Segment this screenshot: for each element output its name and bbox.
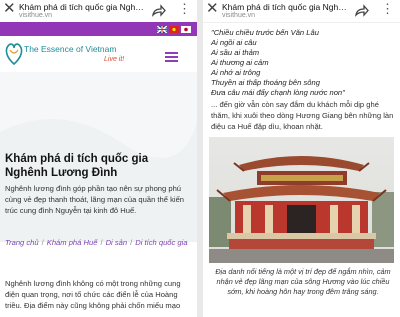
poem: "Chiều chiều trước bến Văn Lâu Ai ngồi a… <box>211 28 395 98</box>
breadcrumb-national-relic[interactable]: Di tích quốc gia <box>135 238 187 247</box>
close-icon[interactable]: ✕ <box>206 1 219 17</box>
more-icon[interactable]: ⋮ <box>381 1 394 17</box>
brand-name: The Essence of Vietnam <box>24 44 117 54</box>
breadcrumb-explore[interactable]: Khám phá Huế <box>47 238 98 247</box>
breadcrumb-separator: / <box>100 238 103 247</box>
breadcrumb: Trang chủ / Khám phá Huế / Di sản / Di tích qu… <box>5 237 193 248</box>
share-icon[interactable] <box>150 3 166 19</box>
browser-header: ✕ Khám phá di tích quốc gia Nghênh... vi… <box>203 0 400 23</box>
left-screenshot: ✕ Khám phá di tích quốc gia Nghênh Lươ..… <box>0 0 197 317</box>
poem-line: Ai thương ai cảm <box>211 58 269 67</box>
flag-icon[interactable] <box>181 26 191 33</box>
flag-icon[interactable] <box>157 26 167 33</box>
brand-tagline: Live it! <box>104 56 125 63</box>
poem-line: "Chiều chiều trước bến Văn Lâu <box>211 28 319 37</box>
browser-url: visithue.vn <box>222 12 256 19</box>
poem-line: Ai ngồi ai câu <box>211 38 257 47</box>
breadcrumb-heritage[interactable]: Di sản <box>106 238 128 247</box>
browser-url: visithue.vn <box>19 12 53 19</box>
pavilion-photo <box>209 137 394 263</box>
menu-icon[interactable] <box>165 52 178 64</box>
photo-caption: Địa danh nổi tiếng là một vị trí đẹp để … <box>215 267 391 296</box>
poem-line: Thuyền ai thấp thoáng bên sông <box>211 78 320 87</box>
language-flags <box>157 26 191 33</box>
poem-line: Đưa câu mái đẩy chạnh lòng nước non" <box>211 88 345 97</box>
close-icon[interactable]: ✕ <box>3 1 16 17</box>
breadcrumb-home[interactable]: Trang chủ <box>5 238 39 247</box>
browser-title: Khám phá di tích quốc gia Nghênh Lươ... <box>19 2 144 12</box>
browser-title: Khám phá di tích quốc gia Nghênh... <box>222 2 347 12</box>
poem-line: Ai sầu ai thảm <box>211 48 260 57</box>
more-icon[interactable]: ⋮ <box>178 1 191 17</box>
logo-icon[interactable] <box>4 40 24 66</box>
right-screenshot: ✕ Khám phá di tích quốc gia Nghênh... vi… <box>203 0 400 317</box>
flag-icon[interactable] <box>169 26 179 33</box>
browser-header: ✕ Khám phá di tích quốc gia Nghênh Lươ..… <box>0 0 197 23</box>
share-icon[interactable] <box>353 3 369 19</box>
breadcrumb-separator: / <box>130 238 133 247</box>
breadcrumb-separator: / <box>41 238 44 247</box>
article-paragraph: ... đến giờ vẫn còn say đắm du khách mỗi… <box>211 100 394 131</box>
article-lead: Nghênh lương đình góp phần tạo nên sự ph… <box>5 184 185 215</box>
article-body: Nghênh lương đình không có một trong nhữ… <box>5 279 181 310</box>
poem-line: Ai nhớ ai trông <box>211 68 261 77</box>
article-title: Khám phá di tích quốc gia Nghênh Lương Đ… <box>5 153 149 179</box>
